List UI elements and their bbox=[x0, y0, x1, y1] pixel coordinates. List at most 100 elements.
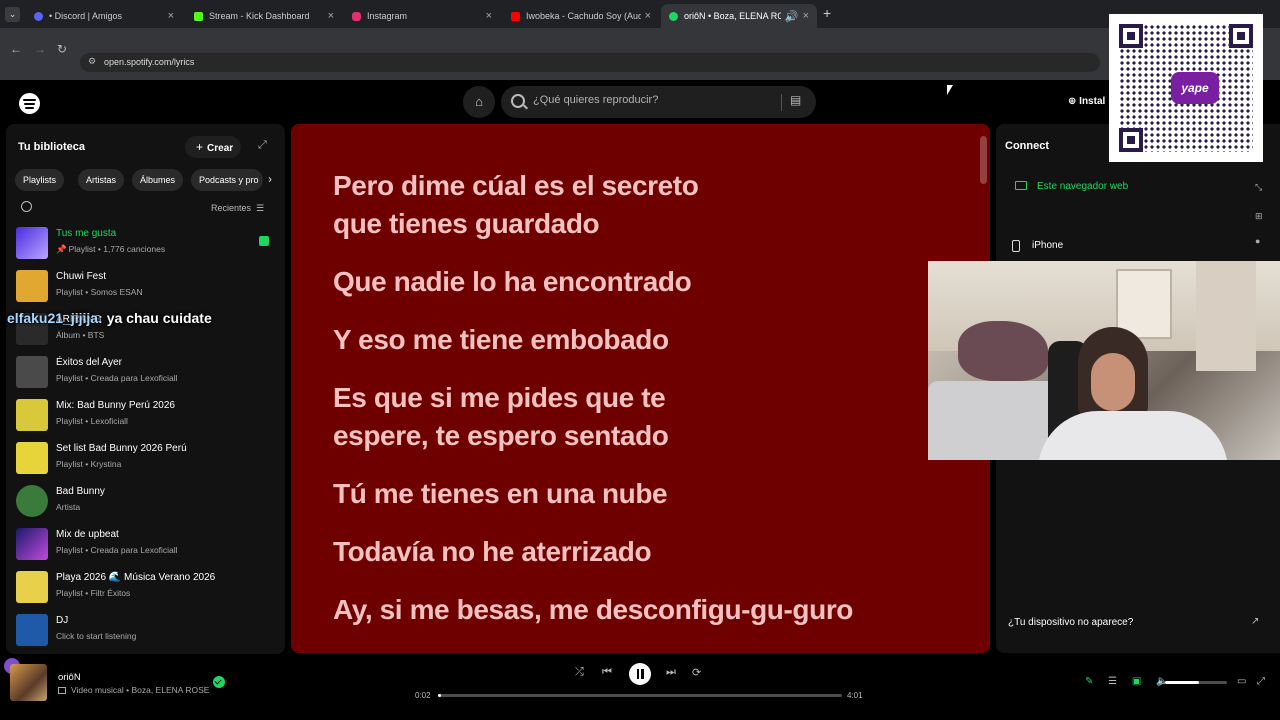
item-subtitle: Playlist • 1,776 canciones bbox=[68, 244, 166, 254]
qr-finder bbox=[1119, 128, 1143, 152]
search-bar[interactable]: ▤ bbox=[501, 86, 816, 118]
connect-device-icon[interactable]: ▣ bbox=[1132, 676, 1141, 687]
install-app-button[interactable]: ⊕ Instal bbox=[1068, 96, 1105, 107]
lyric-line[interactable]: Que nadie lo ha encontrado bbox=[333, 263, 692, 301]
lyrics-scrollbar[interactable] bbox=[980, 136, 987, 184]
side-icons: ⤡ ⊞ ● bbox=[1255, 182, 1263, 246]
volume-fill bbox=[1165, 681, 1200, 684]
list-item[interactable]: Playa 2026 🌊 Música Verano 2026 Playlist… bbox=[6, 568, 285, 608]
url-bar[interactable]: ⚙ open.spotify.com/lyrics bbox=[80, 53, 1100, 72]
install-label: Instal bbox=[1079, 96, 1106, 107]
lyric-line[interactable]: espere, te espero sentado bbox=[333, 417, 669, 455]
plus-icon: + bbox=[196, 140, 204, 154]
list-item[interactable]: Mix: Bad Bunny Perú 2026 Playlist • Lexo… bbox=[6, 396, 285, 436]
site-info-icon[interactable]: ⚙ bbox=[88, 56, 96, 67]
close-tab-icon[interactable]: × bbox=[803, 10, 809, 22]
lyric-line[interactable]: que tienes guardado bbox=[333, 205, 600, 243]
tab-label: Stream - Kick Dashboard bbox=[209, 11, 310, 21]
library-search-icon[interactable] bbox=[21, 201, 32, 212]
repeat-icon[interactable]: ⟳ bbox=[692, 666, 701, 679]
close-tab-icon[interactable]: × bbox=[486, 10, 492, 22]
speaker-icon[interactable]: 🔊 bbox=[785, 10, 799, 23]
volume-slider[interactable] bbox=[1165, 681, 1227, 684]
chip-albums[interactable]: Álbumes bbox=[132, 169, 184, 191]
grid-icon[interactable]: ⊞ bbox=[1255, 211, 1263, 222]
expand-icon[interactable]: ⤢ bbox=[258, 139, 267, 152]
close-tab-icon[interactable]: × bbox=[168, 10, 174, 22]
create-button[interactable]: + Crear bbox=[185, 136, 241, 158]
tab-youtube[interactable]: Iwobeka - Cachudo Soy (Audio) × bbox=[503, 4, 659, 28]
track-artists[interactable]: Video musical • Boza, ELENA ROSE bbox=[71, 685, 209, 695]
library-title: Tu biblioteca bbox=[18, 141, 86, 153]
home-button[interactable]: ⌂ bbox=[463, 86, 495, 118]
chip-artists[interactable]: Artistas bbox=[78, 169, 125, 191]
list-item[interactable]: Éxitos del Ayer Playlist • Creada para L… bbox=[6, 353, 285, 393]
shuffle-icon[interactable]: ⤮ bbox=[575, 666, 584, 679]
chip-podcasts[interactable]: Podcasts y pro bbox=[191, 169, 263, 191]
now-playing-icon bbox=[259, 236, 269, 246]
miniplayer-icon[interactable]: ▭ bbox=[1237, 676, 1246, 687]
reload-icon[interactable]: ↻ bbox=[57, 42, 67, 56]
list-item[interactable]: Tus me gusta 📌 Playlist • 1,776 canciones bbox=[6, 224, 285, 264]
lyric-line[interactable]: Pero dime cúal es el secreto bbox=[333, 167, 699, 205]
sort-button[interactable]: Recientes ☰ bbox=[211, 203, 264, 214]
filter-chips: Playlists Artistas Álbumes Podcasts y pr… bbox=[15, 169, 275, 191]
tab-instagram[interactable]: Instagram × bbox=[344, 4, 500, 28]
item-subtitle: Álbum • BTS bbox=[56, 330, 105, 340]
device-web-browser[interactable]: Este navegador web bbox=[1037, 181, 1128, 192]
list-item[interactable]: Bad Bunny Artista bbox=[6, 482, 285, 522]
queue-icon[interactable]: ☰ bbox=[1108, 676, 1117, 687]
item-title: DJ bbox=[56, 615, 69, 626]
item-subtitle: Playlist • Filtr Éxitos bbox=[56, 588, 131, 598]
close-tab-icon[interactable]: × bbox=[645, 10, 651, 22]
spotify-logo-icon[interactable] bbox=[19, 93, 40, 114]
url-text: open.spotify.com/lyrics bbox=[104, 57, 195, 67]
lyric-line[interactable]: Todavía no he aterrizado bbox=[333, 533, 652, 571]
kick-icon bbox=[194, 11, 203, 21]
new-tab-button[interactable]: + bbox=[823, 5, 831, 21]
device-iphone[interactable]: iPhone bbox=[1032, 240, 1063, 251]
list-item[interactable]: Set list Bad Bunny 2026 Perú Playlist • … bbox=[6, 439, 285, 479]
clothes bbox=[958, 321, 1048, 381]
collapse-icon[interactable]: ⤡ bbox=[1255, 182, 1263, 193]
lyric-line[interactable]: Ay, si me besas, me desconfigu-gu-guro bbox=[333, 591, 853, 629]
track-title[interactable]: oriôN bbox=[58, 672, 81, 683]
device-missing-link[interactable]: ¿Tu dispositivo no aparece? bbox=[1008, 617, 1133, 628]
next-icon[interactable]: ⏭ bbox=[666, 666, 676, 679]
tab-spotify[interactable]: oriôN • Boza, ELENA ROSE 🔊 × bbox=[661, 4, 817, 28]
lyric-line[interactable]: Es que si me pides que te bbox=[333, 379, 666, 417]
progress-fill bbox=[438, 694, 442, 697]
forward-icon[interactable]: → bbox=[34, 42, 46, 56]
tab-kick[interactable]: Stream - Kick Dashboard × bbox=[186, 4, 342, 28]
fullscreen-icon[interactable]: ⤢ bbox=[1257, 676, 1265, 687]
progress-bar[interactable] bbox=[438, 694, 842, 697]
back-icon[interactable]: ← bbox=[10, 42, 22, 56]
elapsed-time: 0:02 bbox=[415, 691, 431, 700]
tab-discord[interactable]: • Discord | Amigos × bbox=[26, 4, 182, 28]
lyric-line[interactable]: Y eso me tiene embobado bbox=[333, 321, 669, 359]
list-item[interactable]: DJ Click to start listening bbox=[6, 611, 285, 651]
close-tab-icon[interactable]: × bbox=[328, 10, 334, 22]
list-item[interactable]: Mix de upbeat Playlist • Creada para Lex… bbox=[6, 525, 285, 565]
saved-check-icon[interactable] bbox=[213, 676, 225, 688]
discord-icon[interactable]: ● bbox=[1255, 236, 1263, 246]
browse-icon[interactable]: ▤ bbox=[790, 93, 801, 107]
mic-icon[interactable]: ✎ bbox=[1085, 676, 1093, 687]
previous-icon[interactable]: ⏮ bbox=[602, 666, 612, 679]
phone-icon bbox=[1012, 240, 1020, 252]
lyric-line[interactable]: Tú me tienes en una nube bbox=[333, 475, 668, 513]
chip-playlists[interactable]: Playlists bbox=[15, 169, 65, 191]
qr-code: yape bbox=[1109, 14, 1263, 162]
tab-search-icon[interactable]: ⌄ bbox=[5, 7, 20, 22]
external-link-icon[interactable]: ↗ bbox=[1251, 616, 1259, 627]
now-playing-cover[interactable] bbox=[10, 664, 47, 701]
mouse-cursor bbox=[947, 85, 953, 95]
item-title: Mix de upbeat bbox=[56, 529, 119, 540]
webcam-feed bbox=[928, 261, 1280, 460]
list-item[interactable]: Chuwi Fest Playlist • Somos ESAN bbox=[6, 267, 285, 307]
pause-button[interactable] bbox=[629, 663, 651, 685]
chevron-right-icon[interactable]: › bbox=[268, 172, 272, 186]
qr-finder bbox=[1119, 24, 1143, 48]
search-input[interactable] bbox=[533, 94, 773, 106]
address-toolbar: ← → ↻ ⚙ open.spotify.com/lyrics bbox=[0, 28, 1280, 80]
